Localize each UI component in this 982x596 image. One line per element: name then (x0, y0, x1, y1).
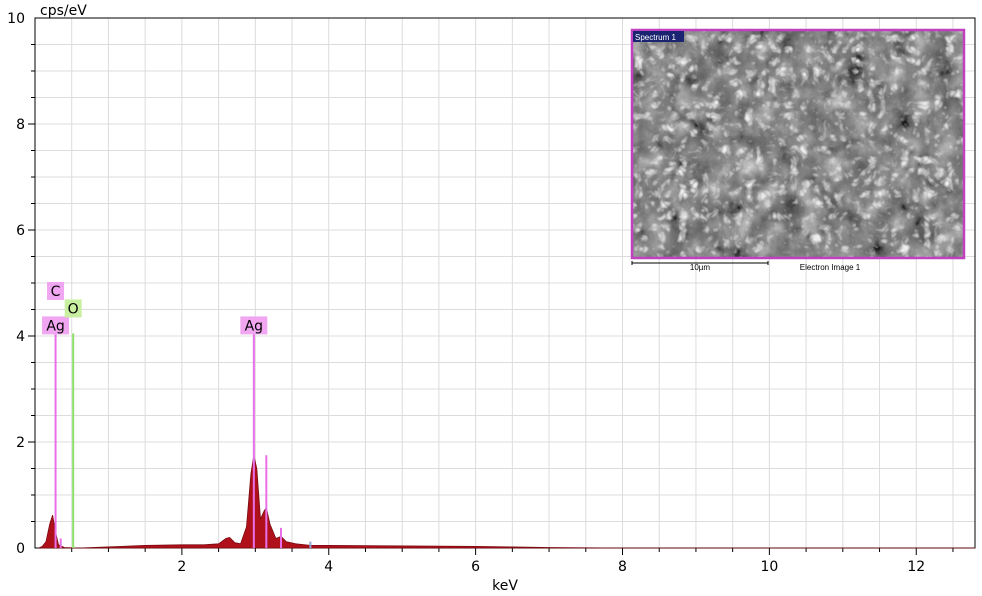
electron-image-inset: Spectrum 1 10µm Electron Image 1 (630, 28, 966, 272)
x-tick-label: 10 (760, 559, 778, 575)
x-axis-title: keV (492, 578, 518, 594)
element-label: Ag (245, 318, 263, 334)
y-tick-label: 2 (16, 435, 25, 451)
y-tick-label: 4 (16, 329, 25, 345)
y-tick-label: 6 (16, 223, 25, 239)
spectrum-layer (38, 455, 975, 549)
x-tick-label: 2 (177, 559, 186, 575)
scale-bar-label: 10µm (690, 263, 711, 272)
y-tick-label: 0 (16, 541, 25, 557)
x-tick-label: 4 (324, 559, 333, 575)
x-tick-label: 12 (907, 559, 925, 575)
element-label: C (51, 284, 61, 300)
element-label: O (68, 301, 79, 317)
y-axis-title: cps/eV (40, 3, 87, 19)
spectrum-area (38, 455, 975, 549)
x-tick-label: 8 (618, 559, 627, 575)
inset-caption: Electron Image 1 (800, 263, 861, 272)
inset-flakes (632, 30, 964, 258)
x-tick-label: 6 (471, 559, 480, 575)
inset-title: Spectrum 1 (635, 33, 676, 42)
y-tick-label: 8 (16, 117, 25, 133)
eds-spectrum-chart: CAgOAg 2 4 6 8 10 120246810 cps/eV keV Spectr… (7, 3, 976, 594)
element-label: Ag (46, 318, 64, 334)
y-tick-label: 10 (7, 11, 25, 27)
peak-markers: CAgOAg (42, 281, 312, 548)
